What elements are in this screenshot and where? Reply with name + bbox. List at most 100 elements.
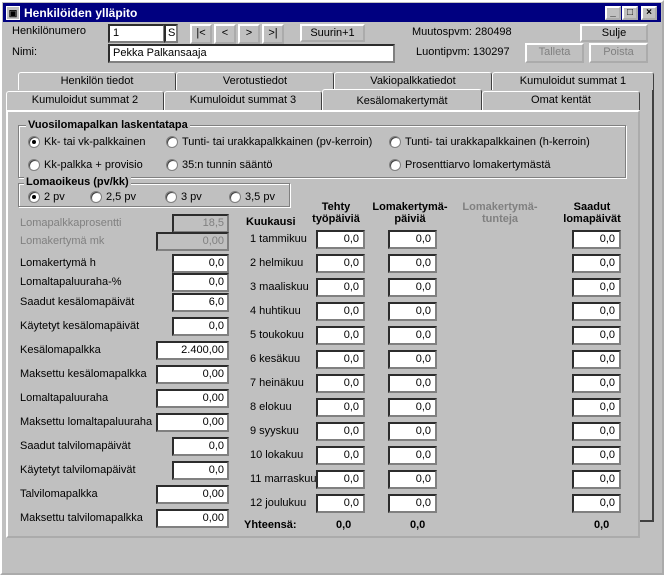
field-input[interactable]: 18,5 (172, 214, 229, 233)
leave-days-cell[interactable]: 0,0 (388, 470, 437, 489)
field-input[interactable]: 2.400,00 (156, 341, 229, 360)
leave-days-cell[interactable]: 0,0 (388, 422, 437, 441)
field-input[interactable]: 0,00 (156, 389, 229, 408)
radio-monthly[interactable]: Kk- tai vk-palkkainen (28, 136, 146, 148)
total-leave-days: 0,0 (410, 519, 426, 531)
field-input[interactable]: 0,00 (156, 509, 229, 528)
field-input[interactable]: 6,0 (172, 293, 229, 312)
name-input[interactable]: Pekka Palkansaaja (108, 44, 395, 63)
radio-monthly-commission[interactable]: Kk-palkka + provisio (28, 159, 143, 171)
window-title: Henkilöiden ylläpito (24, 5, 138, 20)
field-input[interactable]: 0,0 (172, 273, 229, 292)
leave-days-cell[interactable]: 0,0 (388, 494, 437, 513)
leave-days-cell[interactable]: 0,0 (388, 374, 437, 393)
received-days-cell[interactable]: 0,0 (572, 350, 621, 369)
radio-dot (389, 159, 401, 171)
field-label: Lomaltapaluuraha (20, 392, 109, 404)
radio-dot (28, 191, 40, 203)
field-label: Maksettu kesälomapalkka (20, 368, 147, 380)
worked-days-cell[interactable]: 0,0 (316, 230, 365, 249)
leave-days-cell[interactable]: 0,0 (388, 350, 437, 369)
worked-days-cell[interactable]: 0,0 (316, 398, 365, 417)
radio-2-5-days[interactable]: 2,5 pv (90, 191, 136, 203)
worked-days-cell[interactable]: 0,0 (316, 302, 365, 321)
radio-3-5-days[interactable]: 3,5 pv (229, 191, 275, 203)
employee-number-label: Henkilönumero (12, 25, 86, 37)
minimize-icon[interactable]: _ (605, 6, 621, 20)
field-label: Lomaltapaluuraha-% (20, 276, 122, 288)
back-panel-edge (640, 90, 654, 522)
radio-hourly-pv[interactable]: Tunti- tai urakkapalkkainen (pv-kerroin) (166, 136, 372, 148)
radio-35-hour-rule[interactable]: 35:n tunnin sääntö (166, 159, 273, 171)
field-input[interactable]: 0,0 (172, 254, 229, 273)
tab-fixed-salary[interactable]: Vakiopalkkatiedot (334, 72, 492, 90)
received-days-cell[interactable]: 0,0 (572, 302, 621, 321)
worked-days-cell[interactable]: 0,0 (316, 470, 365, 489)
field-input[interactable]: 0,0 (172, 317, 229, 336)
worked-days-cell[interactable]: 0,0 (316, 278, 365, 297)
s-field[interactable]: S (164, 24, 178, 43)
leave-days-cell[interactable]: 0,0 (388, 278, 437, 297)
prev-record-button[interactable]: < (214, 24, 236, 44)
close-icon[interactable]: × (641, 6, 657, 20)
save-button[interactable]: Talleta (525, 43, 584, 63)
modified-date: Muutospvm: 280498 (412, 26, 512, 38)
received-days-cell[interactable]: 0,0 (572, 446, 621, 465)
field-label: Kesälomapalkka (20, 344, 101, 356)
worked-days-cell[interactable]: 0,0 (316, 374, 365, 393)
total-label: Yhteensä: (244, 519, 297, 531)
leave-days-cell[interactable]: 0,0 (388, 446, 437, 465)
received-days-cell[interactable]: 0,0 (572, 398, 621, 417)
field-input[interactable]: 0,00 (156, 485, 229, 504)
tab-personal-info[interactable]: Henkilön tiedot (18, 72, 176, 90)
radio-percentage[interactable]: Prosenttiarvo lomakertymästä (389, 159, 551, 171)
tab-tax-info[interactable]: Verotustiedot (176, 72, 334, 90)
radio-dot (165, 191, 177, 203)
radio-2-days[interactable]: 2 pv (28, 191, 65, 203)
leave-days-cell[interactable]: 0,0 (388, 398, 437, 417)
largest-plus-one-button[interactable]: Suurin+1 (300, 24, 365, 42)
maximize-icon[interactable]: □ (622, 6, 638, 20)
radio-dot (28, 159, 40, 171)
tab-cumulative-1[interactable]: Kumuloidut summat 1 (492, 72, 654, 90)
field-input[interactable]: 0,0 (172, 437, 229, 456)
calc-method-title: Vuosilomapalkan laskentatapa (26, 119, 190, 131)
leave-days-cell[interactable]: 0,0 (388, 302, 437, 321)
radio-3-days[interactable]: 3 pv (165, 191, 202, 203)
received-days-cell[interactable]: 0,0 (572, 326, 621, 345)
field-input[interactable]: 0,0 (172, 461, 229, 480)
worked-days-cell[interactable]: 0,0 (316, 254, 365, 273)
received-days-cell[interactable]: 0,0 (572, 494, 621, 513)
leave-days-cell[interactable]: 0,0 (388, 230, 437, 249)
leave-days-cell[interactable]: 0,0 (388, 254, 437, 273)
received-days-cell[interactable]: 0,0 (572, 278, 621, 297)
worked-days-cell[interactable]: 0,0 (316, 446, 365, 465)
received-days-cell[interactable]: 0,0 (572, 470, 621, 489)
radio-dot (166, 136, 178, 148)
tab-summer-leave[interactable]: Kesälomakertymät (322, 89, 482, 111)
leave-days-cell[interactable]: 0,0 (388, 326, 437, 345)
close-button[interactable]: Sulje (580, 24, 648, 42)
delete-button[interactable]: Poista (589, 43, 648, 63)
employee-number-input[interactable]: 1 (108, 24, 165, 43)
received-days-cell[interactable]: 0,0 (572, 230, 621, 249)
month-label: 6 kesäkuu (250, 353, 301, 365)
field-input[interactable]: 0,00 (156, 232, 229, 251)
received-days-cell[interactable]: 0,0 (572, 374, 621, 393)
next-record-button[interactable]: > (238, 24, 260, 44)
worked-days-cell[interactable]: 0,0 (316, 422, 365, 441)
radio-hourly-h[interactable]: Tunti- tai urakkapalkkainen (h-kerroin) (389, 136, 590, 148)
received-days-cell[interactable]: 0,0 (572, 254, 621, 273)
field-input[interactable]: 0,00 (156, 413, 229, 432)
tab-custom-fields[interactable]: Omat kentät (482, 91, 640, 110)
last-record-button[interactable]: >| (262, 24, 284, 44)
field-input[interactable]: 0,00 (156, 365, 229, 384)
worked-days-cell[interactable]: 0,0 (316, 350, 365, 369)
received-days-cell[interactable]: 0,0 (572, 422, 621, 441)
radio-dot (28, 136, 40, 148)
worked-days-cell[interactable]: 0,0 (316, 326, 365, 345)
tab-cumulative-3[interactable]: Kumuloidut summat 3 (164, 91, 322, 110)
worked-days-cell[interactable]: 0,0 (316, 494, 365, 513)
tab-cumulative-2[interactable]: Kumuloidut summat 2 (6, 91, 164, 110)
first-record-button[interactable]: |< (190, 24, 212, 44)
